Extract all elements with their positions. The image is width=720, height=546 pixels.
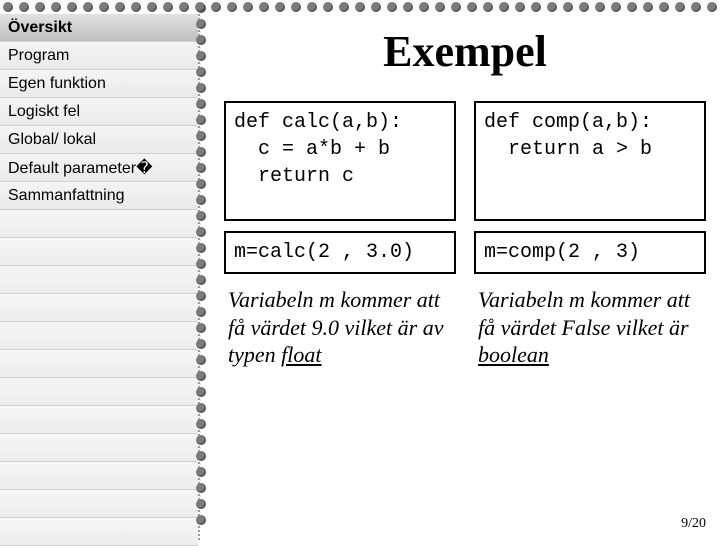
code-call-calc: m=calc(2 , 3.0) bbox=[224, 231, 456, 274]
explain-type: boolean bbox=[478, 342, 549, 367]
code-def-comp: def comp(a,b): return a > b bbox=[474, 101, 706, 221]
explain-type: float bbox=[281, 342, 321, 367]
nav-label: Global/ lokal bbox=[8, 131, 96, 149]
nav-item-oversikt[interactable]: Översikt bbox=[0, 14, 198, 42]
example-left: def calc(a,b): c = a*b + b return c m=ca… bbox=[224, 101, 456, 371]
nav-label: Egen funktion bbox=[8, 75, 106, 93]
slide-title: Exempel bbox=[224, 26, 706, 77]
code-def-calc: def calc(a,b): c = a*b + b return c bbox=[224, 101, 456, 221]
sidebar: Översikt Program Egen funktion Logiskt f… bbox=[0, 14, 200, 540]
nav-item-egen-funktion[interactable]: Egen funktion bbox=[0, 70, 198, 98]
nav-label: Sammanfattning bbox=[8, 187, 125, 205]
nav-item-logiskt-fel[interactable]: Logiskt fel bbox=[0, 98, 198, 126]
explain-text: Variabeln m kommer att få värdet 9.0 vil… bbox=[228, 287, 443, 367]
nav-item-default-parameter[interactable]: Default parameter� bbox=[0, 154, 198, 182]
code-call-comp: m=comp(2 , 3) bbox=[474, 231, 706, 274]
main-content: Exempel def calc(a,b): c = a*b + b retur… bbox=[210, 14, 720, 540]
nav-label: Program bbox=[8, 47, 69, 65]
explain-left: Variabeln m kommer att få värdet 9.0 vil… bbox=[224, 284, 456, 371]
explain-right: Variabeln m kommer att få värdet False v… bbox=[474, 284, 706, 371]
nav-label: Logiskt fel bbox=[8, 103, 80, 121]
explain-text: Variabeln m kommer att få värdet False v… bbox=[478, 287, 690, 340]
nav-item-global-lokal[interactable]: Global/ lokal bbox=[0, 126, 198, 154]
example-right: def comp(a,b): return a > b m=comp(2 , 3… bbox=[474, 101, 706, 371]
nav-label: Default parameter� bbox=[8, 158, 152, 178]
nav-label: Översikt bbox=[8, 19, 72, 37]
nav-item-program[interactable]: Program bbox=[0, 42, 198, 70]
page-number: 9/20 bbox=[681, 516, 706, 532]
nav-item-sammanfattning[interactable]: Sammanfattning bbox=[0, 182, 198, 210]
